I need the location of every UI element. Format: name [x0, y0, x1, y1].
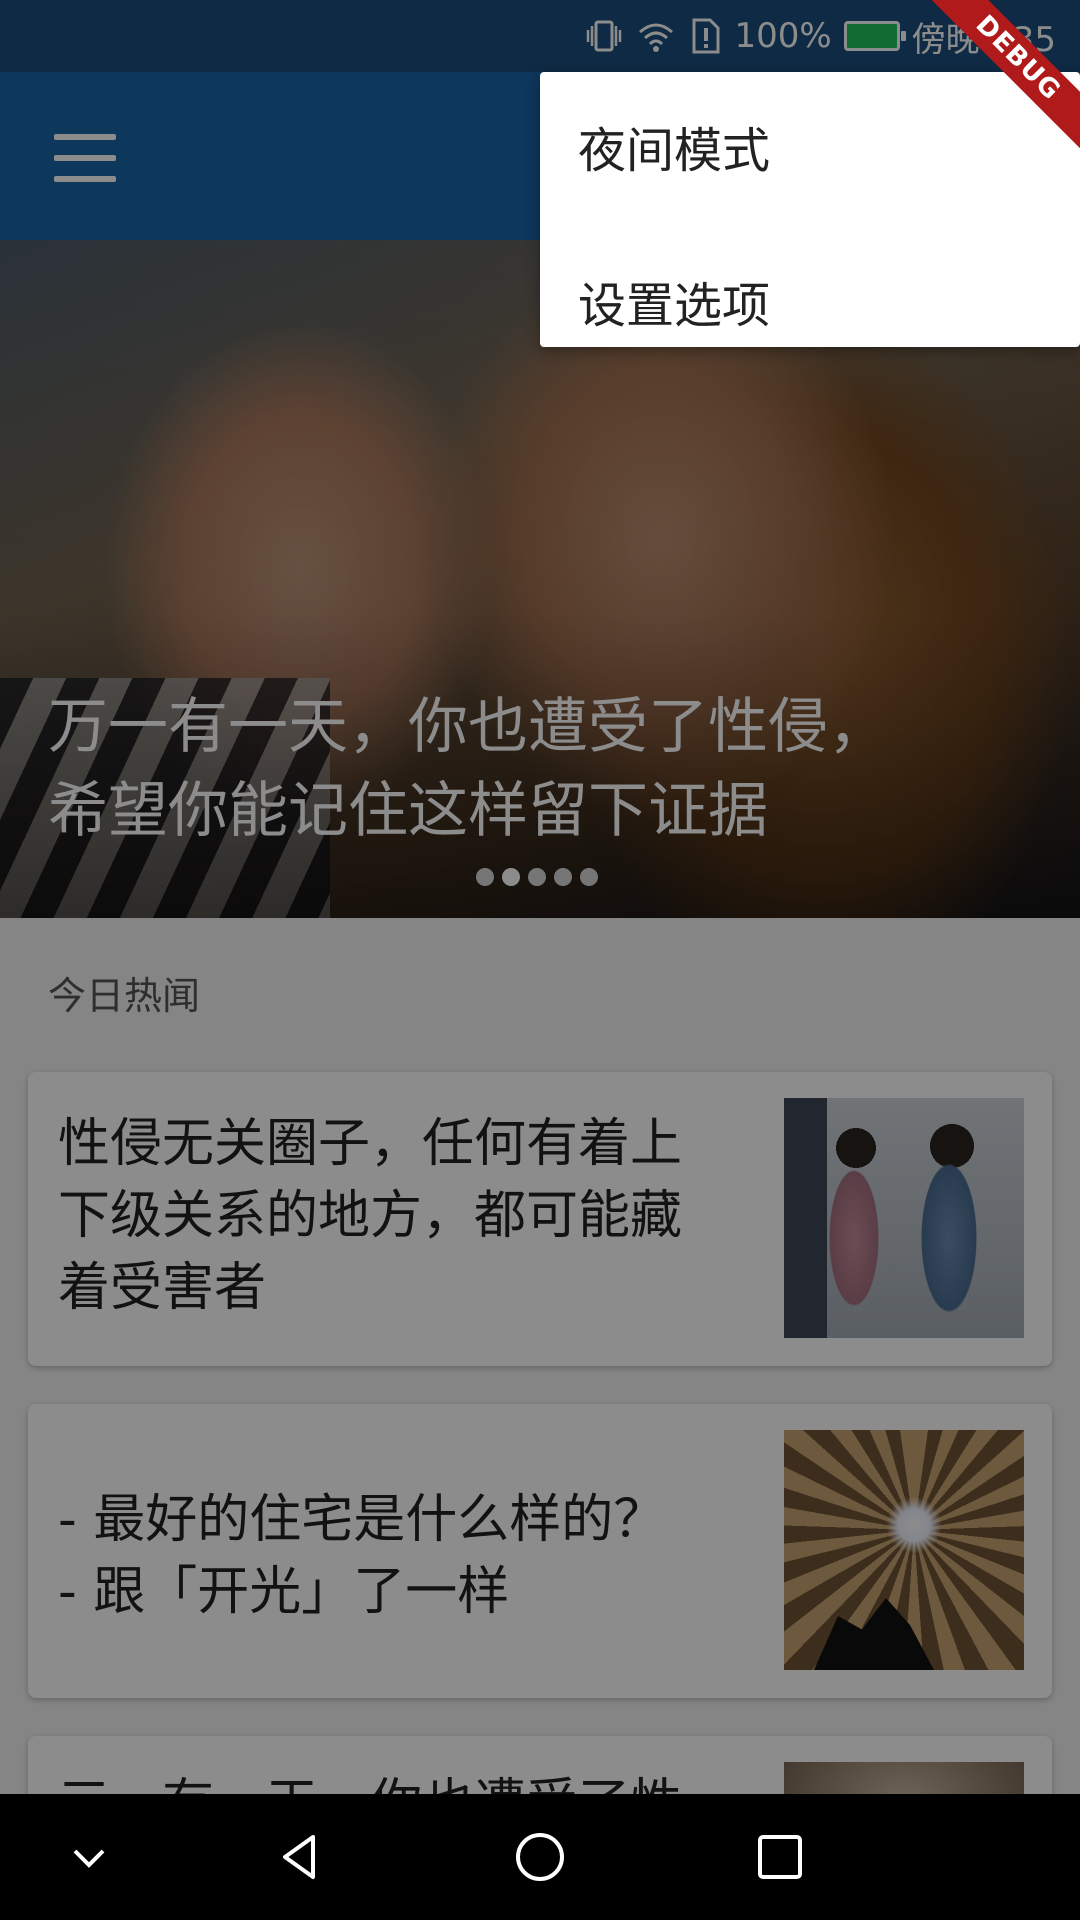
system-nav-bar	[0, 1794, 1080, 1920]
overflow-menu: 夜间模式 设置选项	[540, 72, 1080, 347]
menu-item-night-mode[interactable]: 夜间模式	[540, 96, 1080, 196]
menu-item-settings[interactable]: 设置选项	[540, 232, 1080, 369]
recents-icon[interactable]	[745, 1822, 815, 1892]
collapse-icon[interactable]	[54, 1822, 124, 1892]
back-icon[interactable]	[266, 1822, 336, 1892]
home-icon[interactable]	[505, 1822, 575, 1892]
